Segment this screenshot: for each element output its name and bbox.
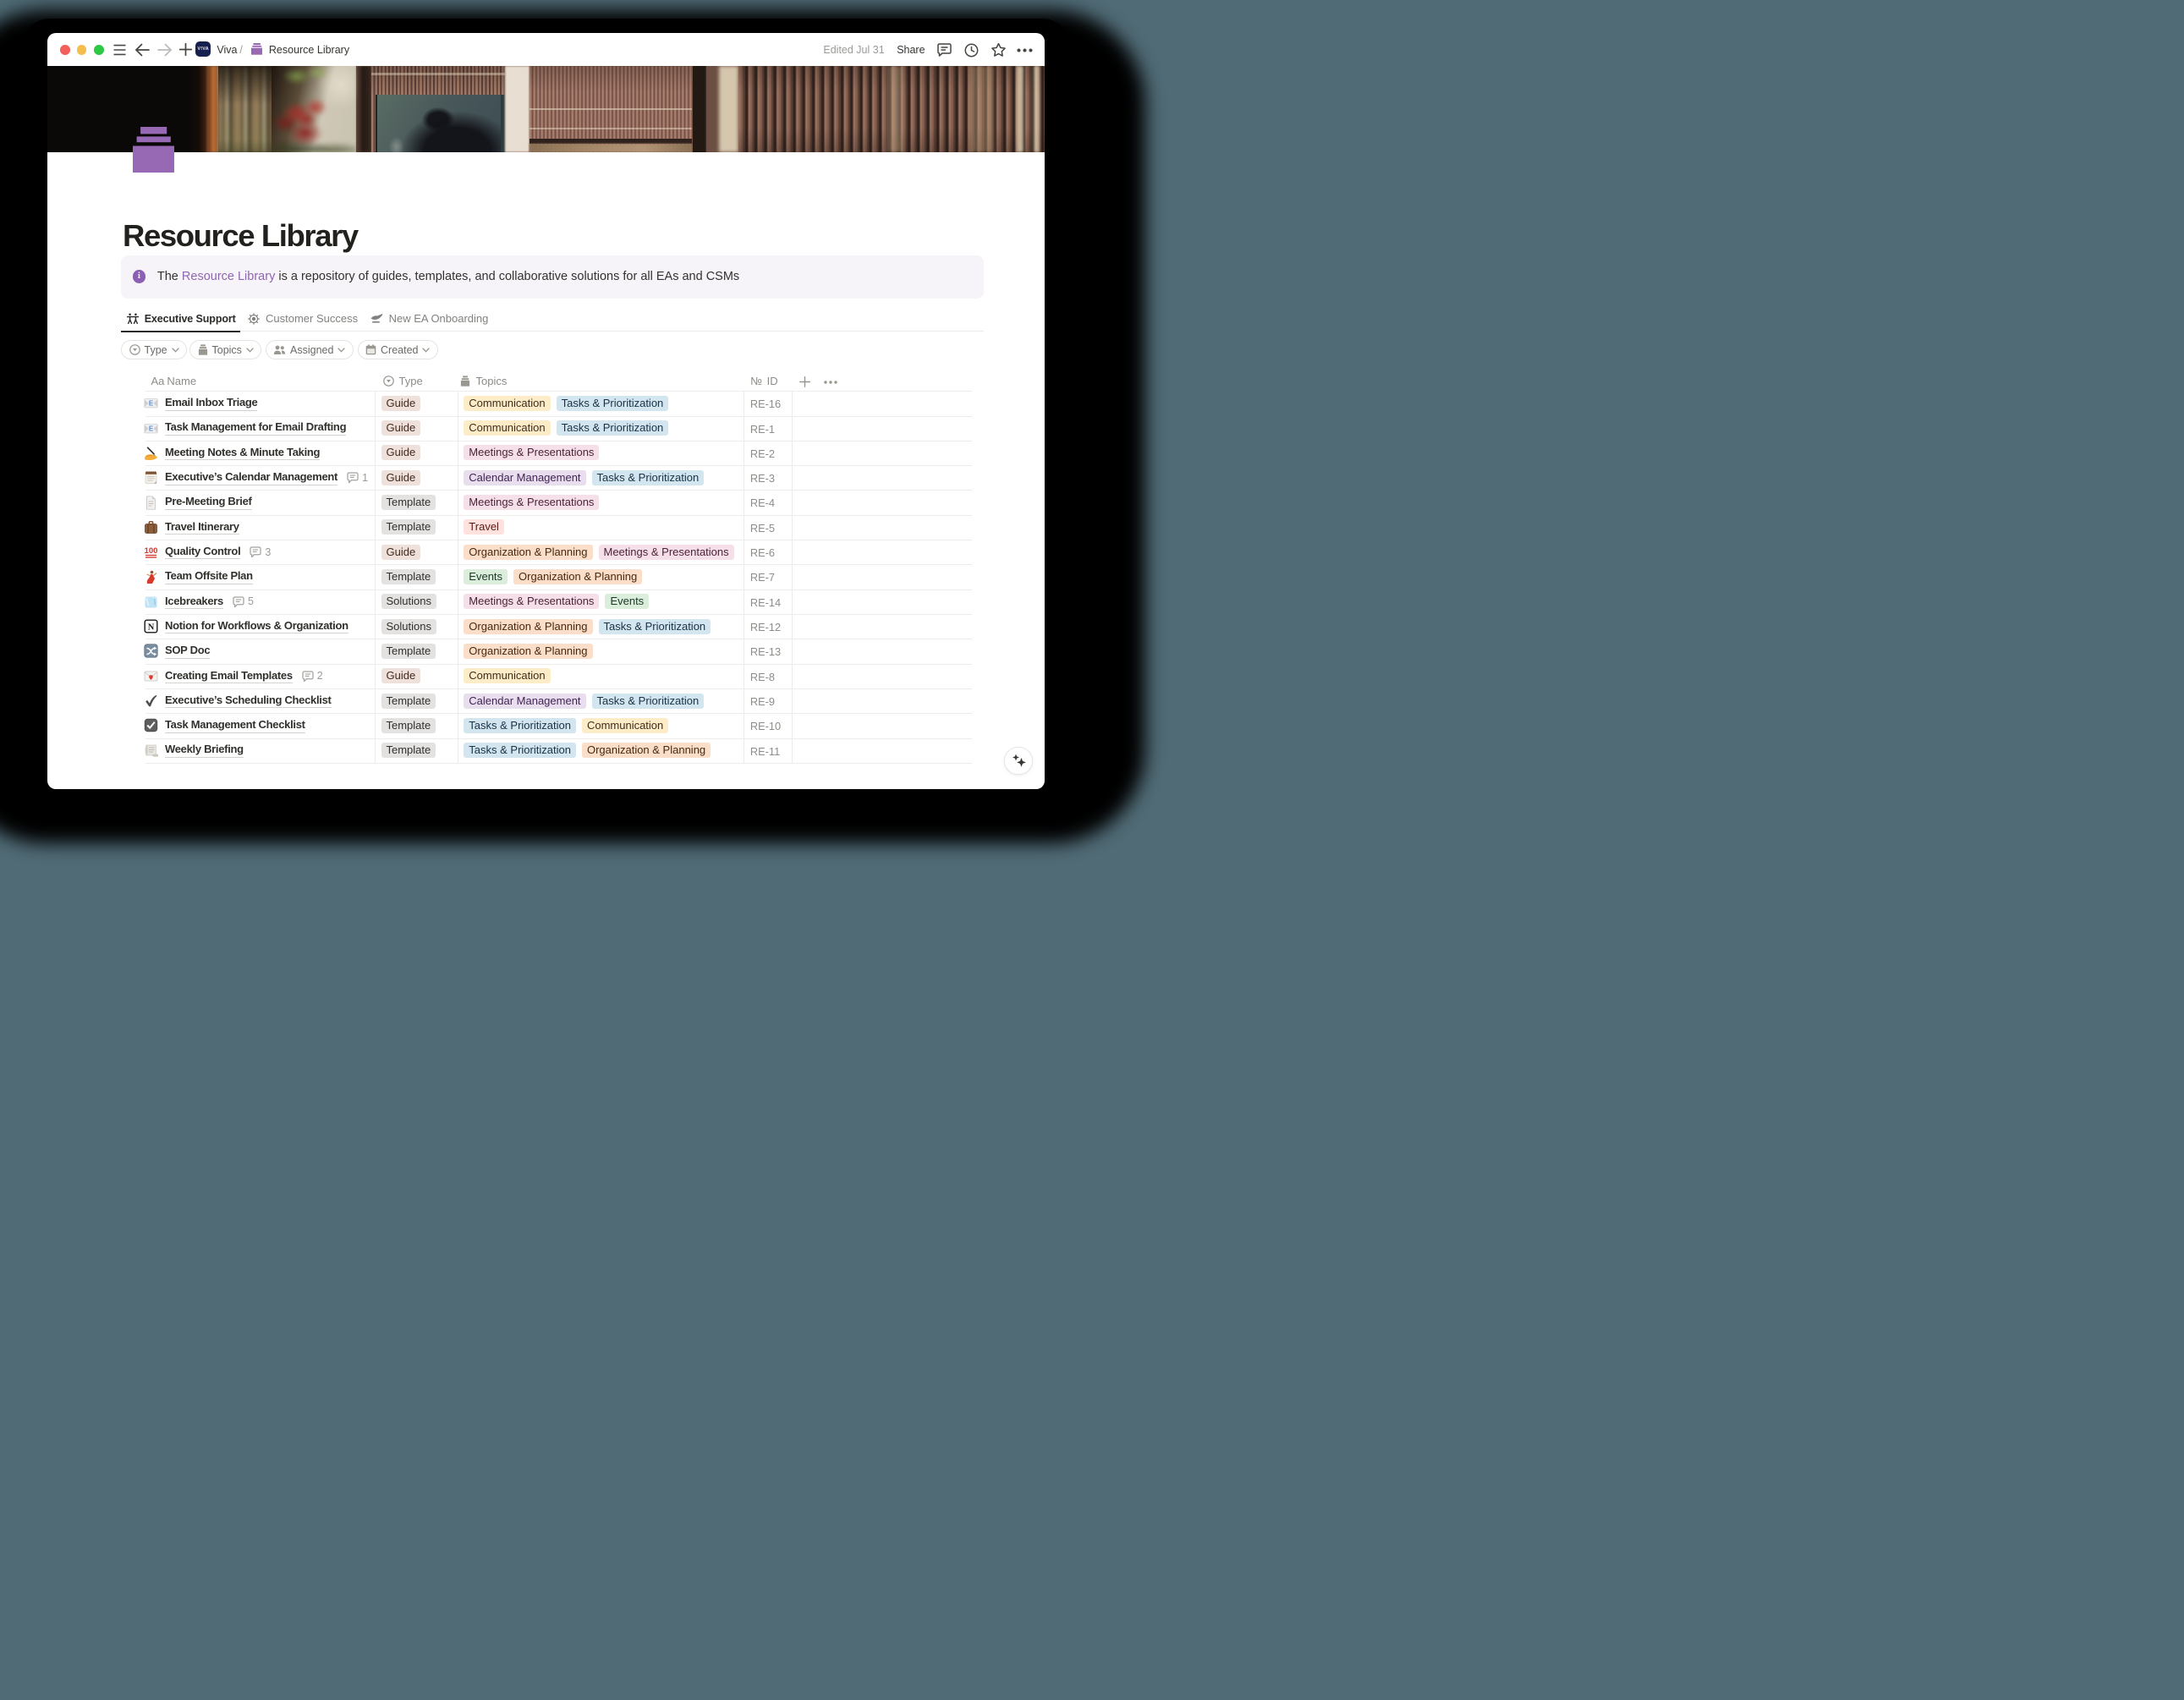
svg-text:E: E xyxy=(149,425,154,432)
svg-text:E: E xyxy=(149,400,154,408)
svg-text:100: 100 xyxy=(145,546,158,556)
svg-text:N: N xyxy=(148,623,155,633)
